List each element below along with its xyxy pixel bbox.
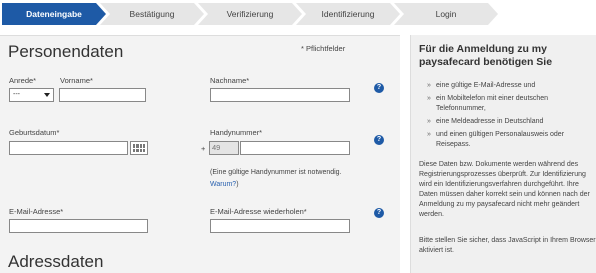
anrede-selected-value: --- [13,91,20,98]
step-label: Dateneingabe [26,9,82,19]
progress-steps: Dateneingabe Bestätigung Verifizierung I… [0,0,596,29]
email-label: E-Mail-Adresse* [9,207,64,216]
handy-hint-close: ) [236,181,239,188]
warum-link[interactable]: Warum? [210,181,236,188]
vorname-label: Vorname* [60,76,93,85]
list-item: ein Mobiltelefon mit einer deutschen Tel… [427,94,592,114]
step-identifizierung: Identifizierung [296,3,400,25]
step-dateneingabe: Dateneingabe [2,3,106,25]
step-label: Identifizierung [321,9,375,19]
requirements-list: eine gültige E-Mail-Adresse und ein Mobi… [427,81,592,153]
list-item: eine Meldeadresse in Deutschland [427,117,592,127]
javascript-note: Bitte stellen Sie sicher, dass JavaScrip… [419,237,596,254]
help-icon[interactable]: ? [374,135,384,145]
handy-hint: (Eine gültige Handynummer ist notwendig.… [210,167,360,191]
handy-label: Handynummer* [210,128,263,137]
help-icon[interactable]: ? [374,208,384,218]
geburtsdatum-label: Geburtsdatum* [9,128,60,137]
handynummer-input[interactable] [240,141,350,155]
step-label: Login [435,9,457,19]
registration-form: Personendaten * Pflichtfelder Anrede* Vo… [0,35,400,273]
chevron-down-icon [44,93,50,97]
handy-plus-sign: + [201,144,206,153]
required-note: * Pflichtfelder [301,44,346,53]
handy-hint-text: (Eine gültige Handynummer ist notwendig. [210,169,342,176]
calendar-icon[interactable] [130,141,148,155]
help-icon[interactable]: ? [374,83,384,93]
geburtsdatum-input[interactable] [9,141,128,155]
anrede-label: Anrede* [9,76,37,85]
nachname-input[interactable] [210,88,350,102]
section-title-adressdaten: Adressdaten [8,252,104,271]
info-panel: Für die Anmeldung zu my paysafecard benö… [410,35,596,273]
handy-country-code: 49 [209,141,239,155]
vorname-input[interactable] [59,88,146,102]
email-repeat-input[interactable] [210,219,350,233]
step-bestaetigung: Bestätigung [100,3,204,25]
section-title-personendaten: Personendaten [8,42,124,61]
list-item: eine gültige E-Mail-Adresse und [427,81,592,91]
step-label: Verifizierung [226,9,274,19]
nachname-label: Nachname* [210,76,250,85]
info-panel-title: Für die Anmeldung zu my paysafecard benö… [419,43,553,68]
email-input[interactable] [9,219,148,233]
step-login: Login [394,3,498,25]
list-item: und einen gültigen Personalausweis oder … [427,130,592,150]
info-paragraph: Diese Daten bzw. Dokumente werden währen… [419,161,590,218]
email-repeat-label: E-Mail-Adresse wiederholen* [210,207,307,216]
anrede-select[interactable]: --- [9,88,54,102]
step-label: Bestätigung [129,9,175,19]
step-verifizierung: Verifizierung [198,3,302,25]
